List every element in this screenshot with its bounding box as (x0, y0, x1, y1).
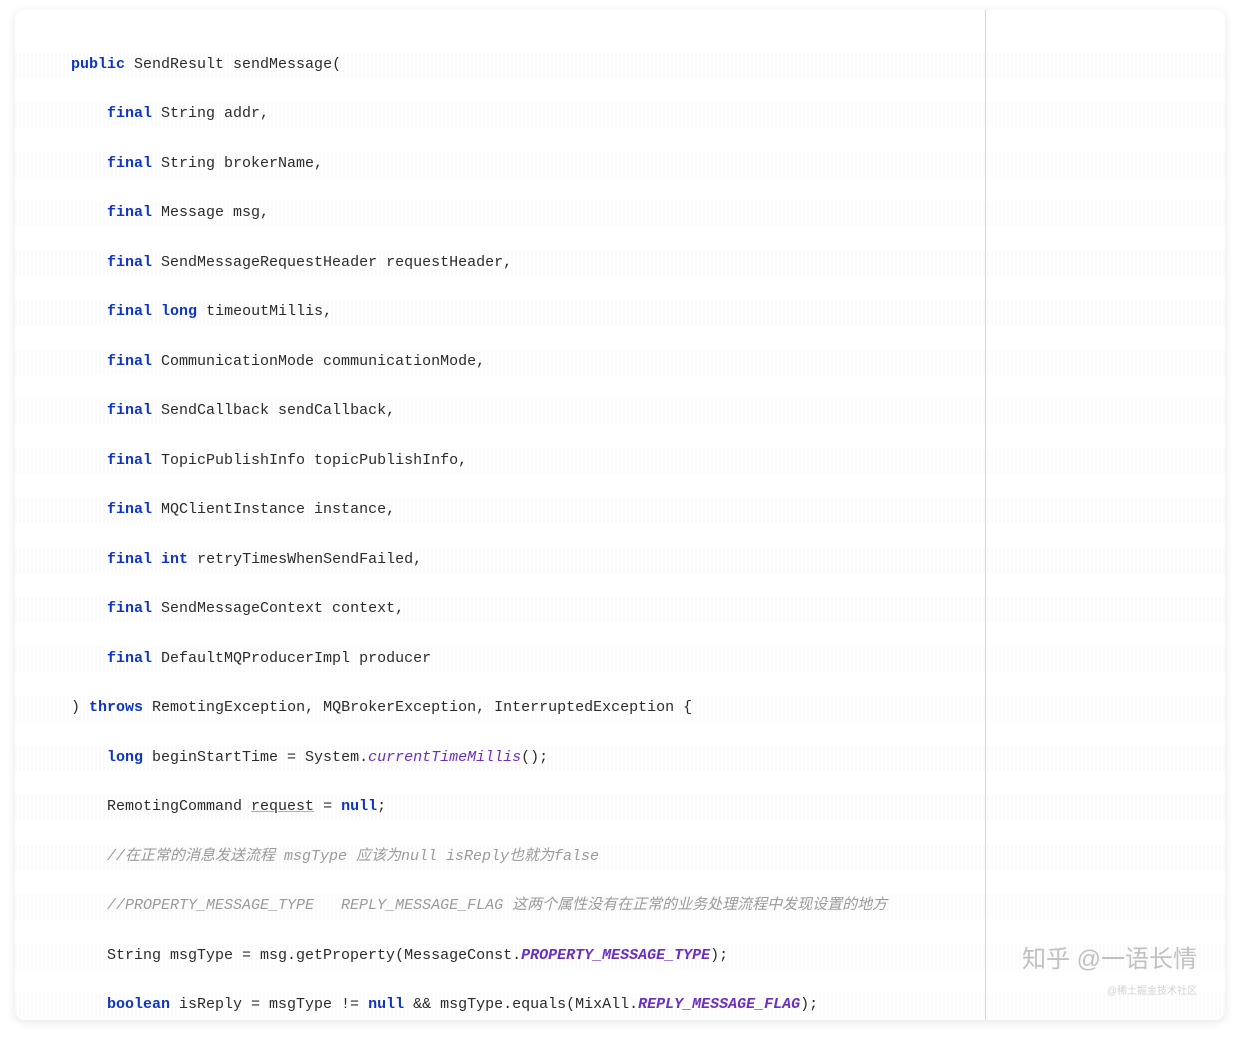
code-line: final CommunicationMode communicationMod… (15, 350, 1225, 375)
code-line: boolean isReply = msgType != null && msg… (15, 993, 1225, 1018)
code-line: String msgType = msg.getProperty(Message… (15, 944, 1225, 969)
code-line: final SendMessageContext context, (15, 597, 1225, 622)
code-line: ) throws RemotingException, MQBrokerExce… (15, 696, 1225, 721)
code-line: final TopicPublishInfo topicPublishInfo, (15, 449, 1225, 474)
code-line: final MQClientInstance instance, (15, 498, 1225, 523)
code-block[interactable]: public SendResult sendMessage( final Str… (15, 10, 1225, 1020)
code-line: final String brokerName, (15, 152, 1225, 177)
code-line: final String addr, (15, 102, 1225, 127)
code-line: public SendResult sendMessage( (15, 53, 1225, 78)
code-line: final long timeoutMillis, (15, 300, 1225, 325)
code-line: //在正常的消息发送流程 msgType 应该为null isReply也就为f… (15, 845, 1225, 870)
watermark-tiny: @稀土掘金技术社区 (1107, 984, 1197, 1001)
code-editor[interactable]: public SendResult sendMessage( final Str… (15, 10, 1225, 1020)
code-line: final DefaultMQProducerImpl producer (15, 647, 1225, 672)
code-line: RemotingCommand request = null; (15, 795, 1225, 820)
code-line: long beginStartTime = System.currentTime… (15, 746, 1225, 771)
code-line: final int retryTimesWhenSendFailed, (15, 548, 1225, 573)
code-line: //PROPERTY_MESSAGE_TYPE REPLY_MESSAGE_FL… (15, 894, 1225, 919)
code-line: final SendMessageRequestHeader requestHe… (15, 251, 1225, 276)
code-line: final SendCallback sendCallback, (15, 399, 1225, 424)
code-line: final Message msg, (15, 201, 1225, 226)
